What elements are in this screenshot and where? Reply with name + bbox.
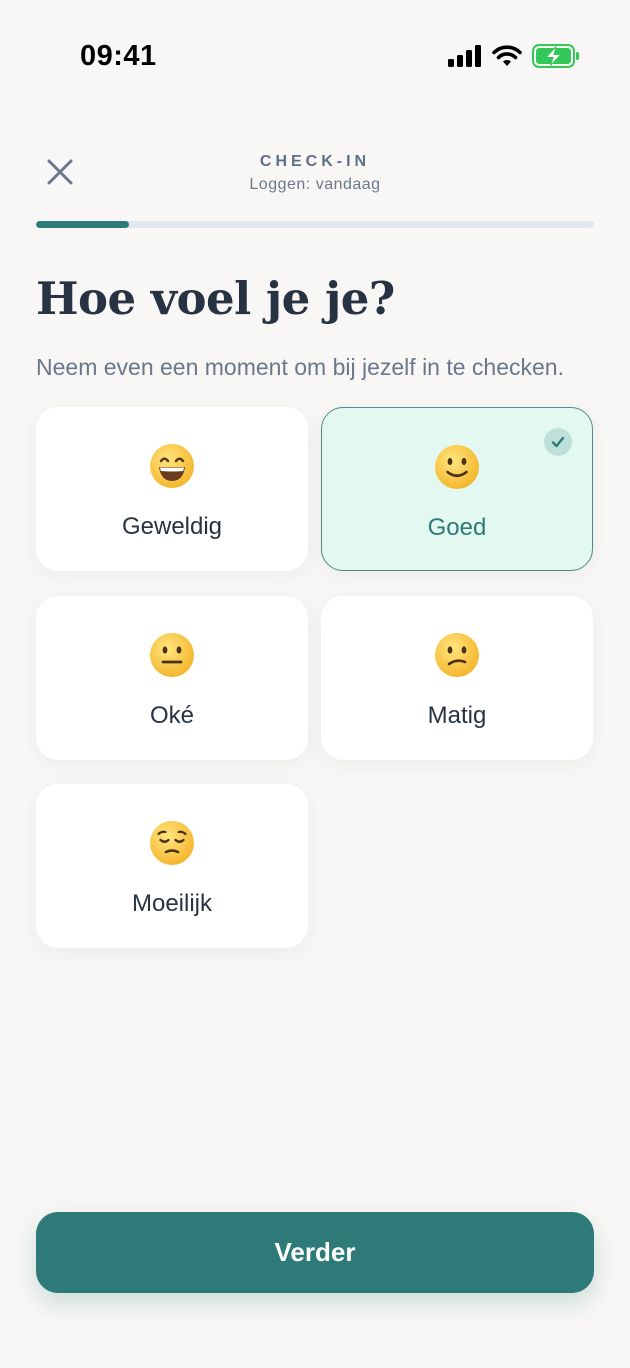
cellular-signal-icon <box>448 45 482 67</box>
mood-label: Matig <box>427 702 487 729</box>
mood-label: Moeilijk <box>131 890 212 917</box>
neutral-face-icon <box>36 630 308 680</box>
wifi-icon <box>492 45 522 67</box>
header-title: CHECK-IN <box>259 153 371 170</box>
page-title: Hoe voel je je? <box>36 272 395 325</box>
mood-option-goed[interactable]: Goed <box>321 407 593 571</box>
mood-option-matig[interactable]: Matig <box>321 596 593 760</box>
grinning-face-icon <box>36 441 308 491</box>
status-bar: 09:41 <box>0 0 630 100</box>
pensive-face-icon <box>36 818 308 868</box>
page-subtitle: Neem even een moment om bij jezelf in te… <box>36 354 564 380</box>
progress-bar <box>36 221 594 228</box>
mood-option-moeilijk[interactable]: Moeilijk <box>36 784 308 948</box>
progress-bar-fill <box>36 221 130 228</box>
confused-face-icon <box>321 630 593 680</box>
continue-button[interactable]: Verder <box>36 1212 594 1293</box>
mood-label: Geweldig <box>121 513 223 540</box>
battery-charging-icon <box>532 44 580 68</box>
mood-option-geweldig[interactable]: Geweldig <box>36 407 308 571</box>
header-subtitle: Loggen: vandaag <box>249 176 381 193</box>
selected-check-icon <box>544 428 572 456</box>
check-in-header: CHECK-IN Loggen: vandaag <box>0 140 630 210</box>
status-icons <box>448 44 580 68</box>
mood-option-oke[interactable]: Oké <box>36 596 308 760</box>
mood-label: Goed <box>427 514 487 541</box>
status-time: 09:41 <box>80 40 157 72</box>
mood-label: Oké <box>149 702 194 729</box>
